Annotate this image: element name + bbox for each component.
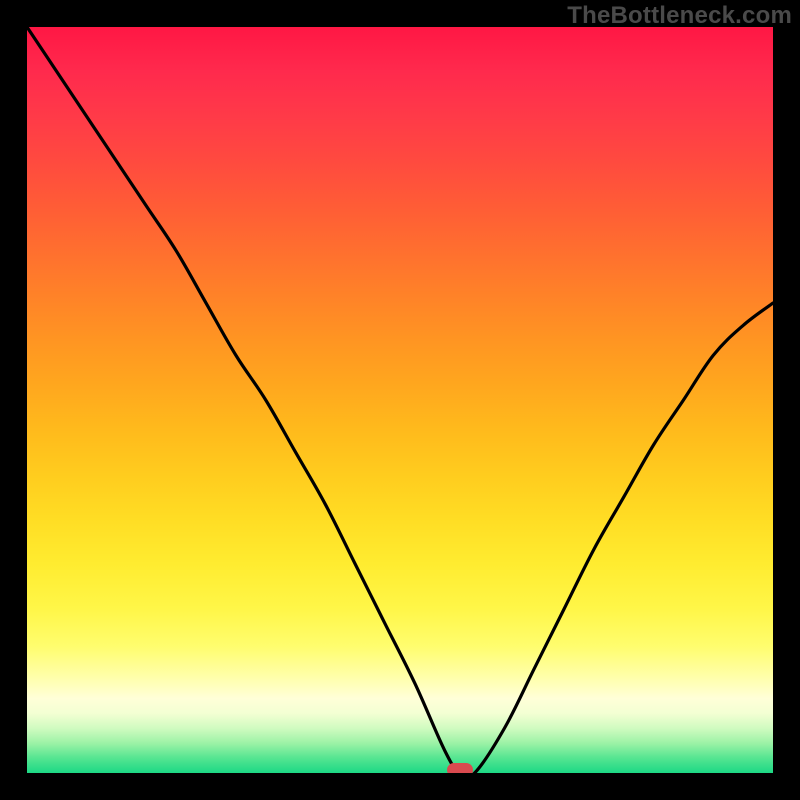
- plot-area: [27, 27, 773, 773]
- chart-frame: TheBottleneck.com: [0, 0, 800, 800]
- optimal-marker: [447, 763, 473, 773]
- watermark-text: TheBottleneck.com: [567, 2, 792, 30]
- bottleneck-curve: [27, 27, 773, 773]
